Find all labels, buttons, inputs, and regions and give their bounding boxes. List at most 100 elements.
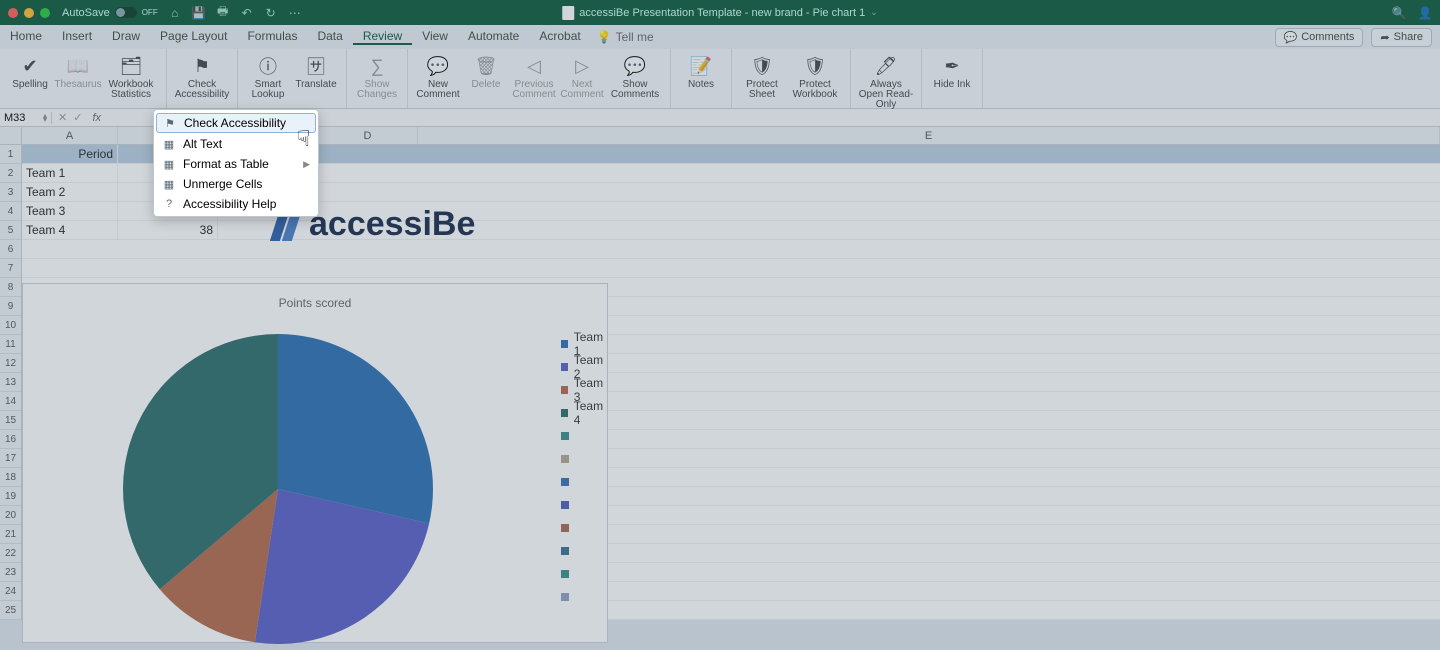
menu-format-as-table[interactable]: ▦Format as Table▶ [154, 154, 318, 174]
search-icon[interactable]: 🔍 [1392, 6, 1406, 20]
legend-swatch-icon [561, 386, 568, 394]
row-header[interactable]: 15 [0, 411, 21, 430]
row-header[interactable]: 2 [0, 164, 21, 183]
name-box[interactable]: M33 ▴▾ [0, 112, 52, 124]
tab-review[interactable]: Review [353, 29, 412, 45]
row-header[interactable]: 4 [0, 202, 21, 221]
row-header[interactable]: 6 [0, 240, 21, 259]
chart-legend: Team 1Team 2Team 3Team 4 [561, 332, 607, 608]
account-icon[interactable]: 👤 [1418, 6, 1432, 20]
home-icon[interactable]: ⌂ [168, 6, 182, 20]
row-header[interactable]: 1 [0, 145, 21, 164]
protect-workbook-button[interactable]: 🛡Protect Workbook [786, 52, 844, 100]
row-header[interactable]: 18 [0, 468, 21, 487]
tab-acrobat[interactable]: Acrobat [529, 29, 590, 45]
col-header[interactable]: D [318, 127, 418, 144]
cancel-formula-icon[interactable]: ✕ [58, 111, 67, 124]
comment-icon: 💬 [1284, 31, 1298, 44]
delete-comment-button[interactable]: 🗑Delete [462, 52, 510, 90]
table-row[interactable]: Team 438 [22, 221, 1440, 240]
autosave-state: OFF [142, 8, 158, 17]
row-header[interactable]: 11 [0, 335, 21, 354]
document-icon [562, 6, 574, 20]
save-icon[interactable]: 💾 [192, 6, 206, 20]
always-open-readonly-button[interactable]: 🖊Always Open Read-Only [857, 52, 915, 110]
ribbon-tabs: HomeInsertDrawPage LayoutFormulasDataRev… [0, 25, 1440, 49]
redo-icon[interactable]: ↻ [264, 6, 278, 20]
close-window-icon[interactable] [8, 8, 18, 18]
row-header[interactable]: 21 [0, 525, 21, 544]
spelling-button[interactable]: ✔︎Spelling [6, 52, 54, 90]
tab-draw[interactable]: Draw [102, 29, 150, 45]
legend-item-empty [561, 585, 607, 608]
document-title[interactable]: accessiBe Presentation Template - new br… [562, 6, 878, 20]
row-header[interactable]: 19 [0, 487, 21, 506]
minimize-window-icon[interactable] [24, 8, 34, 18]
tab-insert[interactable]: Insert [52, 29, 102, 45]
col-header[interactable]: A [22, 127, 118, 144]
row-header[interactable]: 3 [0, 183, 21, 202]
tab-view[interactable]: View [412, 29, 458, 45]
row-header[interactable]: 20 [0, 506, 21, 525]
share-button[interactable]: ➦Share [1371, 28, 1432, 47]
menu-unmerge-cells[interactable]: ▦Unmerge Cells [154, 174, 318, 194]
tab-page-layout[interactable]: Page Layout [150, 29, 237, 45]
legend-item-empty [561, 447, 607, 470]
tab-home[interactable]: Home [0, 29, 52, 45]
legend-swatch-icon [561, 432, 569, 440]
hide-ink-button[interactable]: ✒︎Hide Ink [928, 52, 976, 90]
tab-data[interactable]: Data [307, 29, 352, 45]
row-header[interactable]: 22 [0, 544, 21, 563]
notes-button[interactable]: 📝Notes [677, 52, 725, 90]
show-comments-button[interactable]: 💬Show Comments [606, 52, 664, 100]
accessibility-dropdown: ⚑Check Accessibility ▦Alt Text ▦Format a… [153, 109, 319, 217]
row-header[interactable]: 17 [0, 449, 21, 468]
tab-automate[interactable]: Automate [458, 29, 529, 45]
protect-sheet-button[interactable]: 🛡Protect Sheet [738, 52, 786, 100]
row-header[interactable]: 5 [0, 221, 21, 240]
row-header[interactable]: 7 [0, 259, 21, 278]
previous-comment-button[interactable]: ◁Previous Comment [510, 52, 558, 100]
fx-icon[interactable]: fx [92, 112, 101, 124]
pie-chart[interactable]: Points scored Team 1Team 2Team 3Team 4 [22, 283, 608, 643]
row-header[interactable]: 14 [0, 392, 21, 411]
legend-swatch-icon [561, 478, 569, 486]
select-all-corner[interactable] [0, 127, 22, 144]
tell-me[interactable]: 💡 Tell me [597, 30, 654, 44]
thesaurus-button[interactable]: 📖Thesaurus [54, 52, 102, 90]
enter-formula-icon[interactable]: ✓ [73, 111, 82, 124]
autosave-toggle[interactable]: AutoSave OFF [62, 7, 158, 19]
row-header[interactable]: 12 [0, 354, 21, 373]
new-comment-button[interactable]: 💬New Comment [414, 52, 462, 100]
row-header[interactable]: 25 [0, 601, 21, 620]
show-changes-button[interactable]: ∑Show Changes [353, 52, 401, 100]
bulb-icon: 💡 [597, 30, 612, 44]
row-header[interactable]: 9 [0, 297, 21, 316]
tab-formulas[interactable]: Formulas [237, 29, 307, 45]
menu-check-accessibility[interactable]: ⚑Check Accessibility [156, 113, 316, 133]
check-accessibility-button[interactable]: ⚑Check Accessibility [173, 52, 231, 100]
row-header[interactable]: 24 [0, 582, 21, 601]
translate-button[interactable]: 🈂︎Translate [292, 52, 340, 90]
table-row[interactable] [22, 240, 1440, 259]
next-comment-button[interactable]: ▷Next Comment [558, 52, 606, 100]
workbook-stats-button[interactable]: 🗂Workbook Statistics [102, 52, 160, 100]
col-header[interactable]: E [418, 127, 1440, 144]
undo-icon[interactable]: ↶ [240, 6, 254, 20]
comments-button[interactable]: 💬Comments [1275, 28, 1364, 47]
print-icon[interactable]: 🖶 [216, 6, 230, 20]
legend-item-empty [561, 539, 607, 562]
table-row[interactable] [22, 259, 1440, 278]
menu-alt-text[interactable]: ▦Alt Text [154, 134, 318, 154]
title-bar: AutoSave OFF ⌂ 💾 🖶 ↶ ↻ ⋯ accessiBe Prese… [0, 0, 1440, 25]
row-header[interactable]: 13 [0, 373, 21, 392]
row-header[interactable]: 16 [0, 430, 21, 449]
menu-accessibility-help[interactable]: ?Accessibility Help [154, 194, 318, 214]
row-header[interactable]: 10 [0, 316, 21, 335]
title-chevron-icon[interactable]: ⌄ [870, 7, 878, 18]
row-header[interactable]: 8 [0, 278, 21, 297]
row-header[interactable]: 23 [0, 563, 21, 582]
maximize-window-icon[interactable] [40, 8, 50, 18]
smart-lookup-button[interactable]: ⓘSmart Lookup [244, 52, 292, 100]
more-icon[interactable]: ⋯ [288, 6, 302, 20]
